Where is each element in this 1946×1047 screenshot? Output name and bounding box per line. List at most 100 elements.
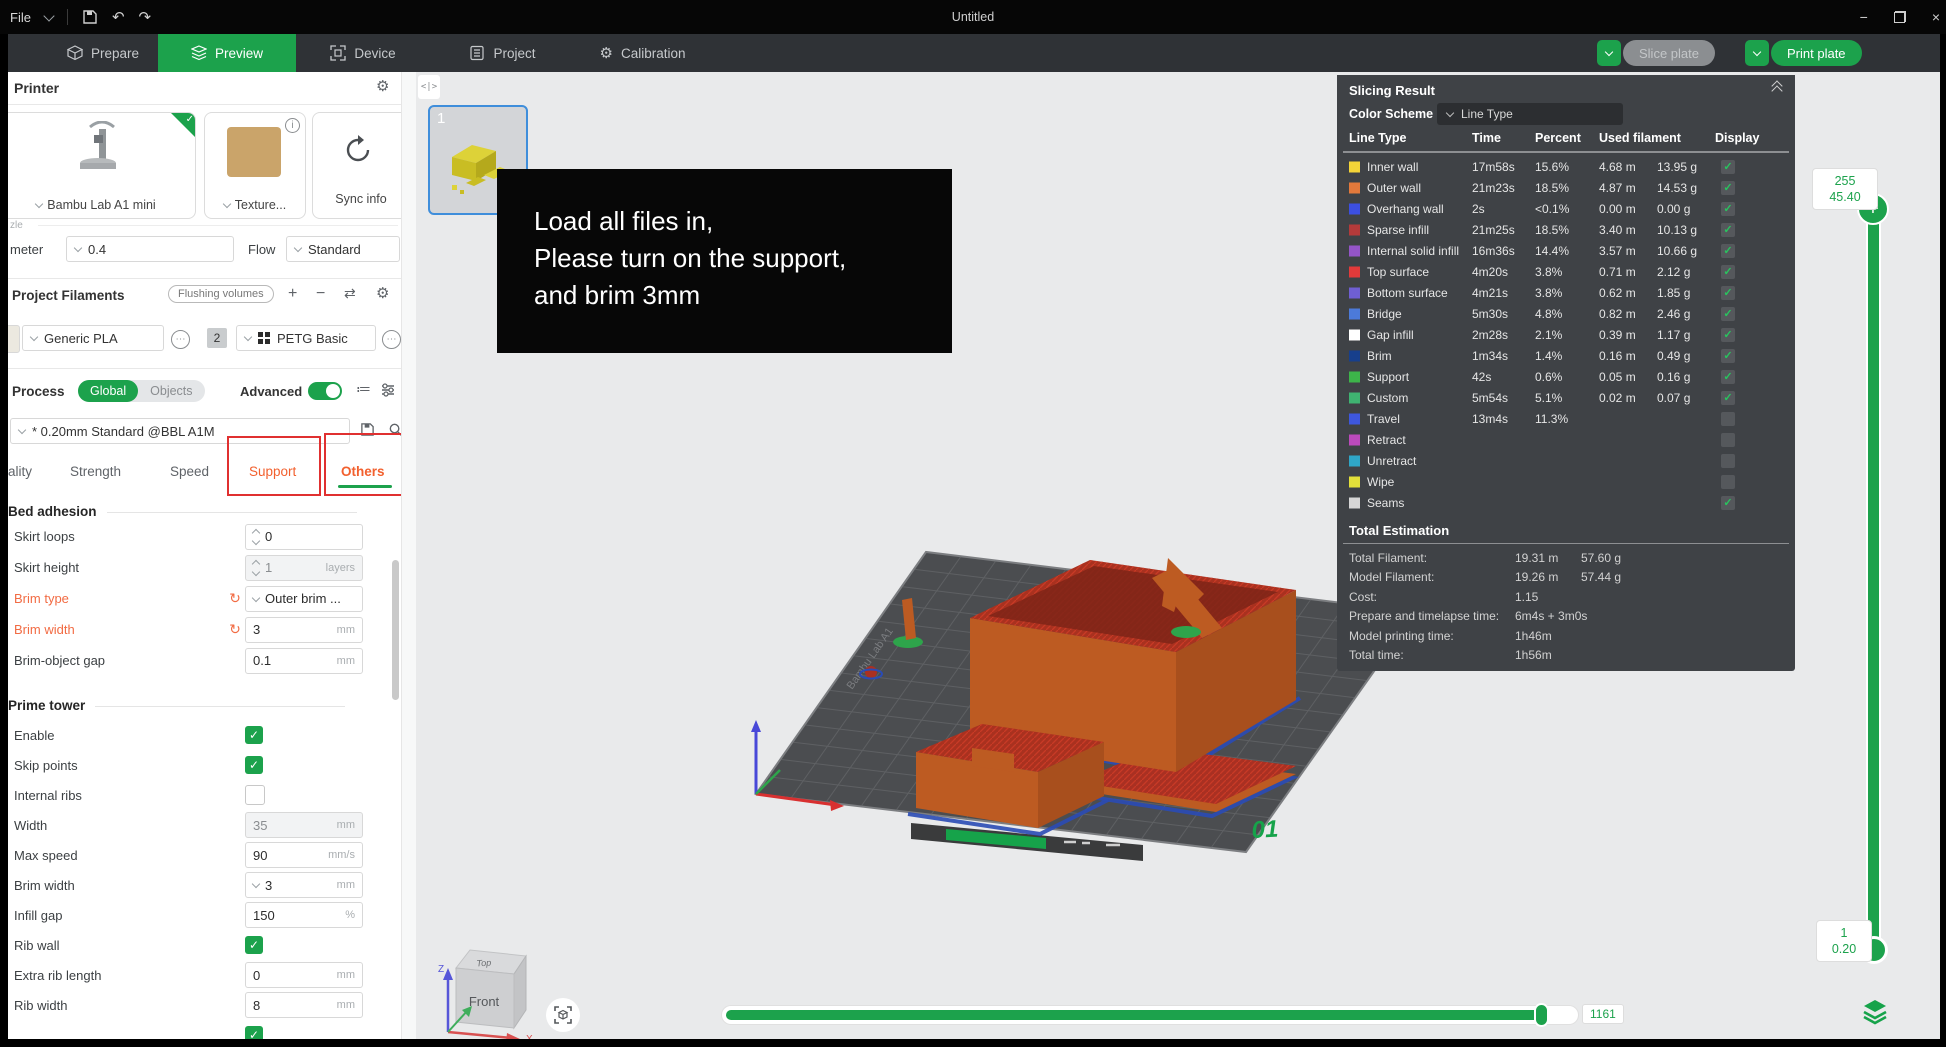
display-checkbox[interactable]: ✓ bbox=[1721, 307, 1735, 321]
layer-slider-track[interactable] bbox=[1866, 207, 1881, 952]
filament-1-edit-icon[interactable]: ⋯ bbox=[171, 330, 190, 349]
param-checkbox[interactable]: ✓ bbox=[245, 726, 263, 744]
process-objects-segment[interactable]: Objects bbox=[138, 380, 204, 402]
param-input[interactable]: 0.1mm bbox=[245, 648, 363, 674]
slicing-rows: Inner wall17m58s15.6%4.68 m13.95 g✓Outer… bbox=[1337, 156, 1795, 513]
flow-select[interactable]: Standard bbox=[286, 236, 400, 262]
param-input[interactable]: 0mm bbox=[245, 962, 363, 988]
slicing-row: Inner wall17m58s15.6%4.68 m13.95 g✓ bbox=[1337, 156, 1795, 177]
info-icon[interactable]: i bbox=[285, 118, 300, 133]
time-value: 2s bbox=[1472, 202, 1485, 216]
filament-settings-gear-icon[interactable]: ⚙ bbox=[376, 286, 389, 301]
filament-2-edit-icon[interactable]: ⋯ bbox=[382, 330, 401, 349]
display-checkbox[interactable]: ✓ bbox=[1721, 349, 1735, 363]
slicing-row: Outer wall21m23s18.5%4.87 m14.53 g✓ bbox=[1337, 177, 1795, 198]
process-global-segment[interactable]: Global bbox=[78, 380, 138, 402]
time-value: 21m25s bbox=[1472, 223, 1515, 237]
reset-icon[interactable]: ↻ bbox=[225, 590, 245, 607]
reset-icon[interactable]: ↻ bbox=[225, 621, 245, 638]
param-input[interactable]: 1layers bbox=[245, 555, 363, 581]
display-checkbox[interactable]: ✓ bbox=[1721, 202, 1735, 216]
printer-card[interactable]: ✓ Bambu Lab A1 mini bbox=[8, 112, 196, 219]
param-checkbox[interactable] bbox=[245, 785, 265, 805]
display-checkbox[interactable]: ✓ bbox=[1721, 370, 1735, 384]
tab-strength[interactable]: Strength bbox=[70, 464, 121, 479]
display-checkbox[interactable]: ✓ bbox=[1721, 328, 1735, 342]
color-scheme-select[interactable]: Line Type bbox=[1437, 103, 1623, 125]
display-checkbox[interactable]: ✓ bbox=[1721, 181, 1735, 195]
param-checkbox[interactable]: ✓ bbox=[245, 936, 263, 954]
navigation-cube[interactable]: Top Front Z X bbox=[426, 928, 538, 1039]
spinner-arrows-icon[interactable] bbox=[253, 530, 259, 544]
line-type-color-chip bbox=[1349, 371, 1360, 382]
display-checkbox[interactable]: ✓ bbox=[1721, 223, 1735, 237]
param-select[interactable]: Outer brim ... bbox=[245, 586, 363, 612]
view-list-icon[interactable]: ≔ bbox=[356, 382, 371, 397]
tab-device[interactable]: Device bbox=[308, 34, 418, 72]
display-checkbox[interactable] bbox=[1721, 454, 1735, 468]
display-checkbox[interactable] bbox=[1721, 412, 1735, 426]
print-plate-dropdown[interactable] bbox=[1745, 40, 1769, 66]
tab-quality[interactable]: ality bbox=[8, 464, 32, 479]
display-checkbox[interactable]: ✓ bbox=[1721, 496, 1735, 510]
sidebar-collapse-button[interactable]: <|> bbox=[418, 75, 440, 99]
tune-wrench-icon[interactable] bbox=[380, 382, 396, 398]
slice-plate-button[interactable]: Slice plate bbox=[1623, 40, 1715, 66]
filament-length: 0.00 m bbox=[1599, 202, 1636, 216]
add-filament-icon[interactable]: + bbox=[288, 286, 297, 302]
viewport-3d[interactable]: Bambu Lab A1 bbox=[416, 72, 1940, 1039]
param-checkbox[interactable]: ✓ bbox=[245, 1026, 263, 1039]
advanced-toggle[interactable] bbox=[308, 382, 342, 400]
param-input[interactable]: 8mm bbox=[245, 992, 363, 1018]
display-checkbox[interactable] bbox=[1721, 433, 1735, 447]
param-input[interactable]: 90mm/s bbox=[245, 842, 363, 868]
panel-collapse-icon[interactable] bbox=[1773, 85, 1781, 95]
slice-plate-dropdown[interactable] bbox=[1597, 40, 1621, 66]
close-button[interactable]: × bbox=[1932, 9, 1940, 25]
param-input[interactable]: 0 bbox=[245, 524, 363, 550]
tab-calibration[interactable]: ⚙ Calibration bbox=[580, 34, 705, 72]
param-checkbox[interactable]: ✓ bbox=[245, 756, 263, 774]
gcode-move-slider-handle[interactable] bbox=[1534, 1003, 1549, 1027]
tab-prepare[interactable]: Prepare bbox=[48, 34, 158, 72]
filament-1-select[interactable]: Generic PLA bbox=[22, 325, 164, 351]
spinner-arrows-icon[interactable] bbox=[253, 561, 259, 575]
param-select[interactable]: 3mm bbox=[245, 872, 363, 898]
sidebar-scrollbar[interactable] bbox=[392, 560, 399, 700]
remove-filament-icon[interactable]: − bbox=[316, 286, 325, 302]
display-checkbox[interactable]: ✓ bbox=[1721, 286, 1735, 300]
gcode-move-slider[interactable] bbox=[722, 1006, 1578, 1024]
annotation-note: Load all files in, Please turn on the su… bbox=[497, 169, 952, 353]
fit-view-button[interactable] bbox=[546, 998, 580, 1032]
param-input[interactable]: 35mm bbox=[245, 812, 363, 838]
display-checkbox[interactable]: ✓ bbox=[1721, 160, 1735, 174]
display-checkbox[interactable]: ✓ bbox=[1721, 244, 1735, 258]
sync-info-card[interactable]: Sync info bbox=[312, 112, 401, 219]
layers-view-button[interactable] bbox=[1860, 996, 1890, 1026]
tab-preview[interactable]: Preview bbox=[158, 34, 296, 72]
total-label: Model printing time: bbox=[1349, 629, 1454, 643]
restore-button[interactable] bbox=[1894, 11, 1906, 23]
fit-view-icon bbox=[554, 1006, 572, 1024]
param-input[interactable]: 3mm bbox=[245, 617, 363, 643]
filament-2-select[interactable]: PETG Basic bbox=[236, 325, 376, 351]
printer-settings-gear-icon[interactable]: ⚙ bbox=[376, 79, 389, 94]
display-checkbox[interactable] bbox=[1721, 475, 1735, 489]
process-scope-toggle[interactable]: Global Objects bbox=[78, 380, 205, 402]
param-unit: % bbox=[345, 909, 355, 921]
print-plate-button[interactable]: Print plate bbox=[1771, 40, 1862, 66]
tab-speed[interactable]: Speed bbox=[170, 464, 209, 479]
minimize-button[interactable]: − bbox=[1860, 9, 1868, 25]
plate-type-label: Texture... bbox=[235, 198, 286, 212]
display-checkbox[interactable]: ✓ bbox=[1721, 391, 1735, 405]
nozzle-diameter-select[interactable]: 0.4 bbox=[66, 236, 234, 262]
display-checkbox[interactable]: ✓ bbox=[1721, 265, 1735, 279]
chevron-down-icon bbox=[252, 593, 260, 601]
param-input[interactable]: 150% bbox=[245, 902, 363, 928]
plate-type-card[interactable]: i Texture... bbox=[204, 112, 306, 219]
flushing-volumes-button[interactable]: Flushing volumes bbox=[168, 285, 274, 303]
tab-project[interactable]: Project bbox=[450, 34, 555, 72]
param-label: Extra rib length bbox=[14, 968, 225, 983]
filament-swap-icon[interactable]: ⇄ bbox=[344, 286, 356, 300]
percent-value: 3.8% bbox=[1535, 265, 1562, 279]
